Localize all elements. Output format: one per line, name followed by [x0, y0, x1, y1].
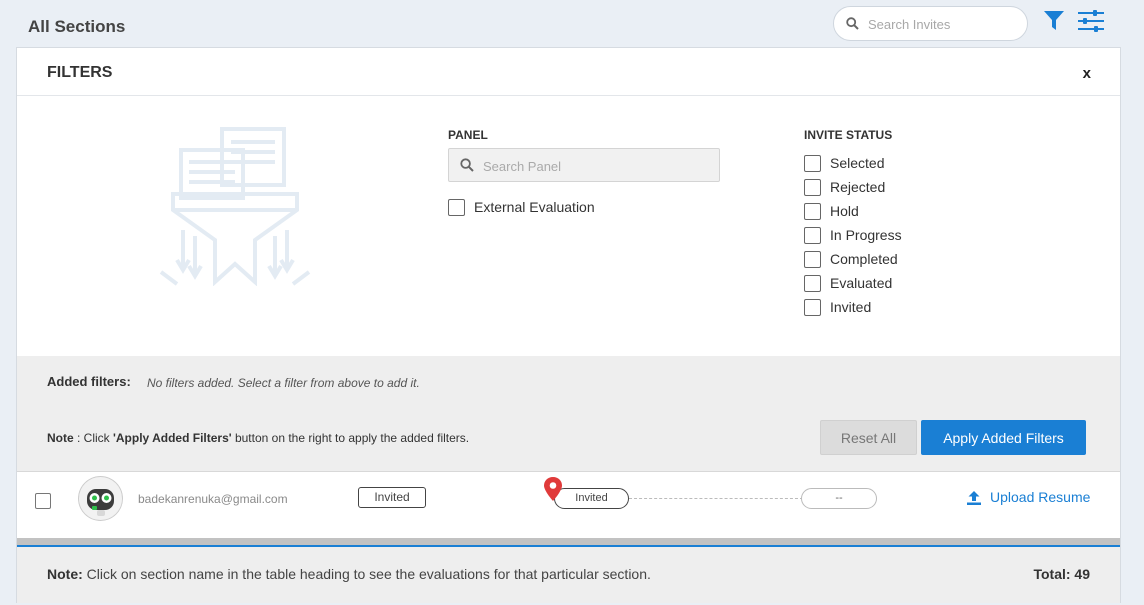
upload-resume-link[interactable]: Upload Resume [966, 489, 1090, 505]
apply-added-filters-button[interactable]: Apply Added Filters [921, 420, 1086, 455]
reset-all-button[interactable]: Reset All [820, 420, 917, 455]
search-icon [460, 158, 474, 172]
note-text: button on the right to apply the added f… [231, 431, 470, 445]
status-checkbox[interactable] [804, 226, 821, 244]
checkbox-label: Selected [830, 155, 885, 171]
filters-panel: FILTERS x PANEL Exter [16, 47, 1121, 603]
location-pin-icon [544, 477, 562, 501]
search-invites-input[interactable] [868, 15, 1018, 33]
upload-resume-label: Upload Resume [990, 489, 1091, 505]
candidate-email: badekanrenuka@gmail.com [138, 492, 288, 506]
settings-sliders-icon[interactable] [1078, 10, 1104, 32]
progress-connector [629, 498, 803, 499]
close-filters-button[interactable]: x [1083, 65, 1091, 82]
checkbox-label: Hold [830, 203, 859, 219]
status-checkbox[interactable] [804, 154, 821, 172]
checkbox-label: External Evaluation [474, 199, 595, 215]
checkbox-label: In Progress [830, 227, 902, 243]
table-row: badekanrenuka@gmail.com Invited Invited … [17, 472, 1120, 536]
added-filters-label: Added filters: [47, 374, 131, 389]
footer-note: Note: Click on section name in the table… [47, 566, 651, 582]
filters-header: FILTERS x [17, 48, 1120, 96]
progress-next-pill: -- [801, 488, 877, 509]
row-checkbox[interactable] [35, 493, 51, 509]
status-checkbox[interactable] [804, 250, 821, 268]
progress-current-pill: Invited [554, 488, 629, 509]
status-checkbox[interactable] [804, 202, 821, 220]
top-bar: All Sections [0, 0, 1144, 46]
search-icon [846, 17, 859, 30]
page-title: All Sections [28, 17, 126, 36]
search-invites-box[interactable] [833, 6, 1028, 41]
status-checkbox[interactable] [804, 298, 821, 316]
filter-icon[interactable] [1043, 10, 1065, 31]
checkbox-label: Evaluated [830, 275, 893, 291]
filters-title: FILTERS [47, 64, 113, 81]
panel-search-box[interactable] [448, 148, 720, 182]
status-option-completed[interactable]: Completed [804, 250, 898, 268]
status-checkbox[interactable] [804, 178, 821, 196]
panel-section-label: PANEL [448, 128, 488, 142]
added-filters-empty-text: No filters added. Select a filter from a… [147, 376, 420, 390]
note-highlight: 'Apply Added Filters' [113, 431, 232, 445]
status-option-hold[interactable]: Hold [804, 202, 859, 220]
footer-note-bar: Note: Click on section name in the table… [17, 545, 1120, 603]
funnel-illustration [159, 127, 311, 286]
footer-note-text: Click on section name in the table headi… [82, 566, 651, 582]
checkbox-label: Completed [830, 251, 898, 267]
external-evaluation-option[interactable]: External Evaluation [448, 198, 595, 216]
horizontal-scrollbar[interactable] [17, 538, 1120, 545]
status-option-evaluated[interactable]: Evaluated [804, 274, 892, 292]
note-text: : Click [73, 431, 114, 445]
status-option-invited[interactable]: Invited [804, 298, 871, 316]
upload-icon [967, 490, 981, 505]
panel-search-input[interactable] [483, 157, 708, 175]
apply-note: Note : Click 'Apply Added Filters' butto… [47, 431, 469, 445]
external-evaluation-checkbox[interactable] [448, 198, 465, 216]
status-option-in-progress[interactable]: In Progress [804, 226, 902, 244]
note-prefix: Note [47, 431, 74, 445]
status-checkbox[interactable] [804, 274, 821, 292]
total-count: Total: 49 [1033, 566, 1090, 582]
status-badge: Invited [358, 487, 426, 508]
status-option-rejected[interactable]: Rejected [804, 178, 885, 196]
checkbox-label: Rejected [830, 179, 886, 195]
checkbox-label: Invited [830, 299, 872, 315]
added-filters-area: Added filters: No filters added. Select … [17, 356, 1120, 471]
robot-avatar [78, 476, 123, 521]
status-option-selected[interactable]: Selected [804, 154, 884, 172]
footer-note-label: Note: [47, 566, 83, 582]
invite-status-section-label: INVITE STATUS [804, 128, 893, 142]
